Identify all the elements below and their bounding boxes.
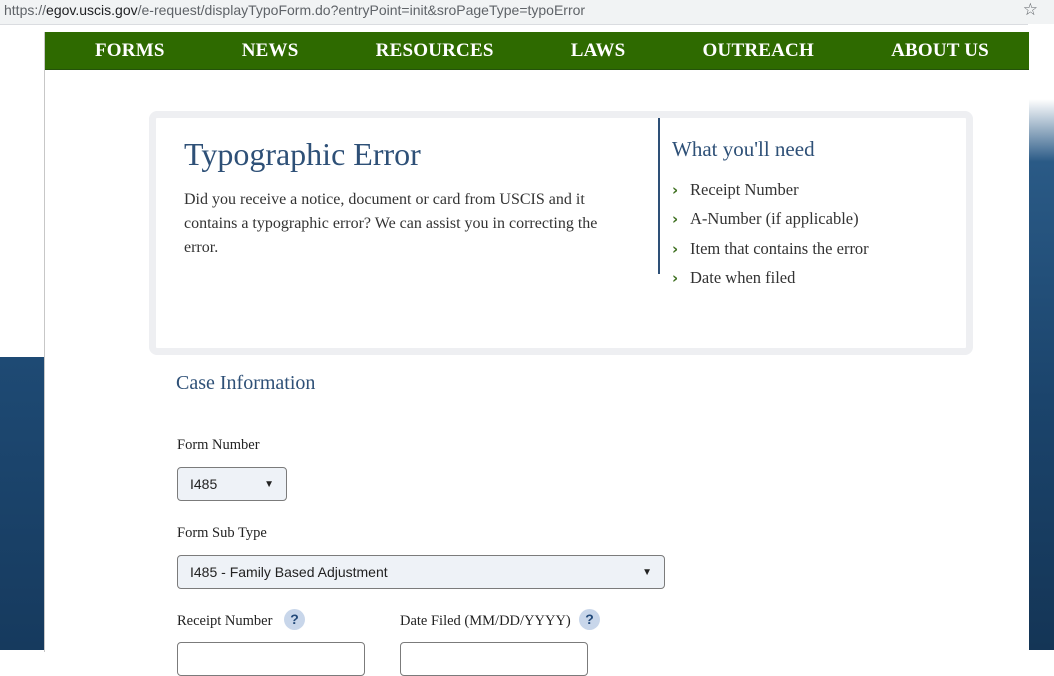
nav-resources[interactable]: RESOURCES: [376, 40, 494, 62]
intro-description: Did you receive a notice, document or ca…: [184, 191, 598, 256]
receipt-number-help-icon[interactable]: ?: [284, 609, 305, 630]
page-title: Typographic Error: [184, 136, 421, 172]
date-filed-input[interactable]: [400, 642, 588, 676]
date-filed-label: Date Filed (MM/DD/YYYY): [400, 613, 571, 629]
list-item: › Item that contains the error: [672, 238, 869, 258]
star-icon[interactable]: ☆: [1023, 0, 1038, 20]
chevron-right-icon: ›: [672, 210, 679, 229]
dropdown-arrow-icon: ▼: [264, 478, 274, 490]
receipt-number-input[interactable]: [177, 642, 365, 676]
browser-address-bar[interactable]: https://egov.uscis.gov/e-request/display…: [0, 0, 1054, 25]
form-sub-type-label: Form Sub Type: [177, 525, 267, 541]
chevron-right-icon: ›: [672, 269, 679, 288]
form-number-label: Form Number: [177, 437, 260, 453]
nav-laws[interactable]: LAWS: [571, 40, 626, 62]
page-background-left: [0, 357, 45, 650]
case-information-title: Case Information: [176, 372, 316, 394]
requirements-list: › Receipt Number › A-Number (if applicable…: [672, 175, 869, 293]
chevron-right-icon: ›: [672, 180, 679, 199]
form-number-select[interactable]: I485 ▼: [177, 467, 287, 501]
intro-card: Typographic Error Did you receive a noti…: [149, 111, 973, 355]
form-sub-type-value: I485 - Family Based Adjustment: [190, 564, 388, 580]
nav-news[interactable]: NEWS: [242, 40, 299, 62]
what-you-need-title: What you'll need: [672, 137, 815, 161]
page-background-right: [1028, 24, 1054, 650]
nav-about-us[interactable]: ABOUT US: [891, 40, 989, 62]
list-item: › Receipt Number: [672, 179, 799, 199]
top-navigation: FORMS NEWS RESOURCES LAWS OUTREACH ABOUT…: [45, 32, 1029, 70]
card-divider: [658, 118, 660, 274]
nav-outreach[interactable]: OUTREACH: [703, 40, 814, 62]
date-filed-help-icon[interactable]: ?: [579, 609, 600, 630]
nav-forms[interactable]: FORMS: [95, 40, 165, 62]
url-text[interactable]: https://egov.uscis.gov/e-request/display…: [4, 2, 585, 18]
receipt-number-label: Receipt Number: [177, 613, 273, 629]
form-number-value: I485: [190, 476, 218, 492]
list-item: › Date when filed: [672, 268, 796, 288]
dropdown-arrow-icon: ▼: [642, 566, 652, 578]
list-item: › A-Number (if applicable): [672, 209, 859, 229]
form-sub-type-select[interactable]: I485 - Family Based Adjustment ▼: [177, 555, 665, 589]
main-container: FORMS NEWS RESOURCES LAWS OUTREACH ABOUT…: [44, 32, 1029, 676]
chevron-right-icon: ›: [672, 239, 679, 258]
